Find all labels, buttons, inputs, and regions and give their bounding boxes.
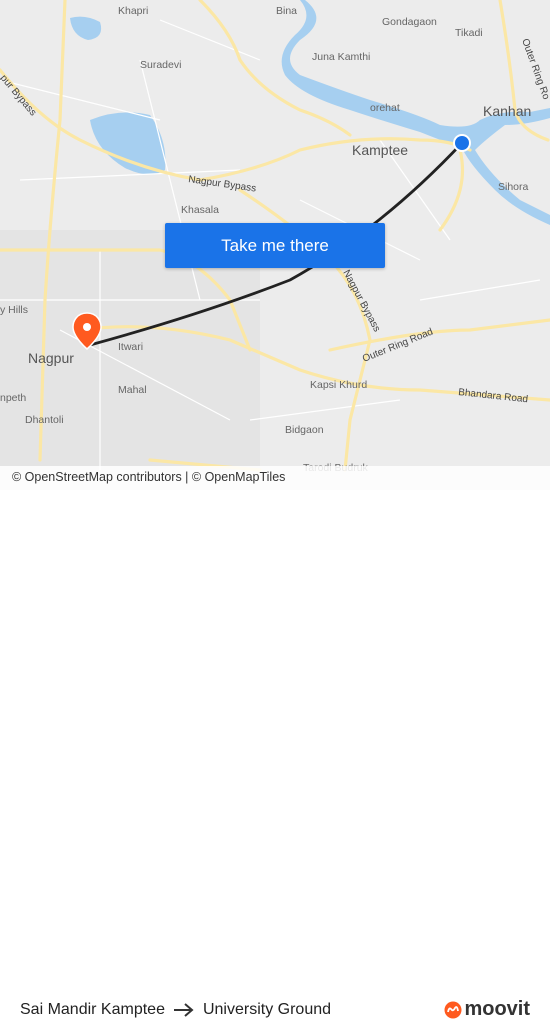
- label-mahal: Mahal: [118, 384, 147, 396]
- label-juna-kamthi: Juna Kamthi: [312, 51, 370, 63]
- map-attribution[interactable]: © OpenStreetMap contributors | © OpenMap…: [0, 466, 550, 490]
- label-gondagaon: Gondagaon: [382, 16, 437, 28]
- label-kapsi-khurd: Kapsi Khurd: [310, 379, 367, 391]
- moovit-logo-icon: [444, 1001, 462, 1018]
- label-khasala: Khasala: [181, 204, 219, 216]
- route-summary: Sai Mandir Kamptee University Ground: [20, 1001, 331, 1019]
- footer-bar: Sai Mandir Kamptee University Ground moo…: [0, 490, 550, 1020]
- label-hills: y Hills: [0, 304, 28, 316]
- label-tikadi: Tikadi: [455, 27, 483, 39]
- label-kamptee: Kamptee: [352, 142, 408, 158]
- map-canvas[interactable]: Khapri Bina Gondagaon Tikadi Suradevi Ju…: [0, 0, 550, 490]
- label-dhantoli: Dhantoli: [25, 414, 64, 426]
- moovit-wordmark: moovit: [464, 998, 530, 1020]
- label-khapri: Khapri: [118, 5, 148, 17]
- label-nagpur: Nagpur: [28, 350, 74, 366]
- route-destination-name: University Ground: [202, 1001, 332, 1018]
- moovit-logo: moovit: [444, 998, 530, 1021]
- origin-marker[interactable]: [453, 134, 471, 152]
- arrow-right-icon: [173, 1003, 194, 1017]
- label-bina: Bina: [276, 5, 297, 17]
- label-itwari: Itwari: [118, 341, 143, 353]
- take-me-there-button[interactable]: Take me there: [165, 223, 385, 268]
- label-bidgaon: Bidgaon: [285, 424, 324, 436]
- route-origin-name: Sai Mandir Kamptee: [20, 1001, 165, 1018]
- label-orehat: orehat: [370, 102, 400, 114]
- label-sihora: Sihora: [498, 181, 529, 193]
- label-kanhan: Kanhan: [483, 103, 531, 119]
- label-suradevi: Suradevi: [140, 59, 181, 71]
- label-npeth: npeth: [0, 392, 26, 404]
